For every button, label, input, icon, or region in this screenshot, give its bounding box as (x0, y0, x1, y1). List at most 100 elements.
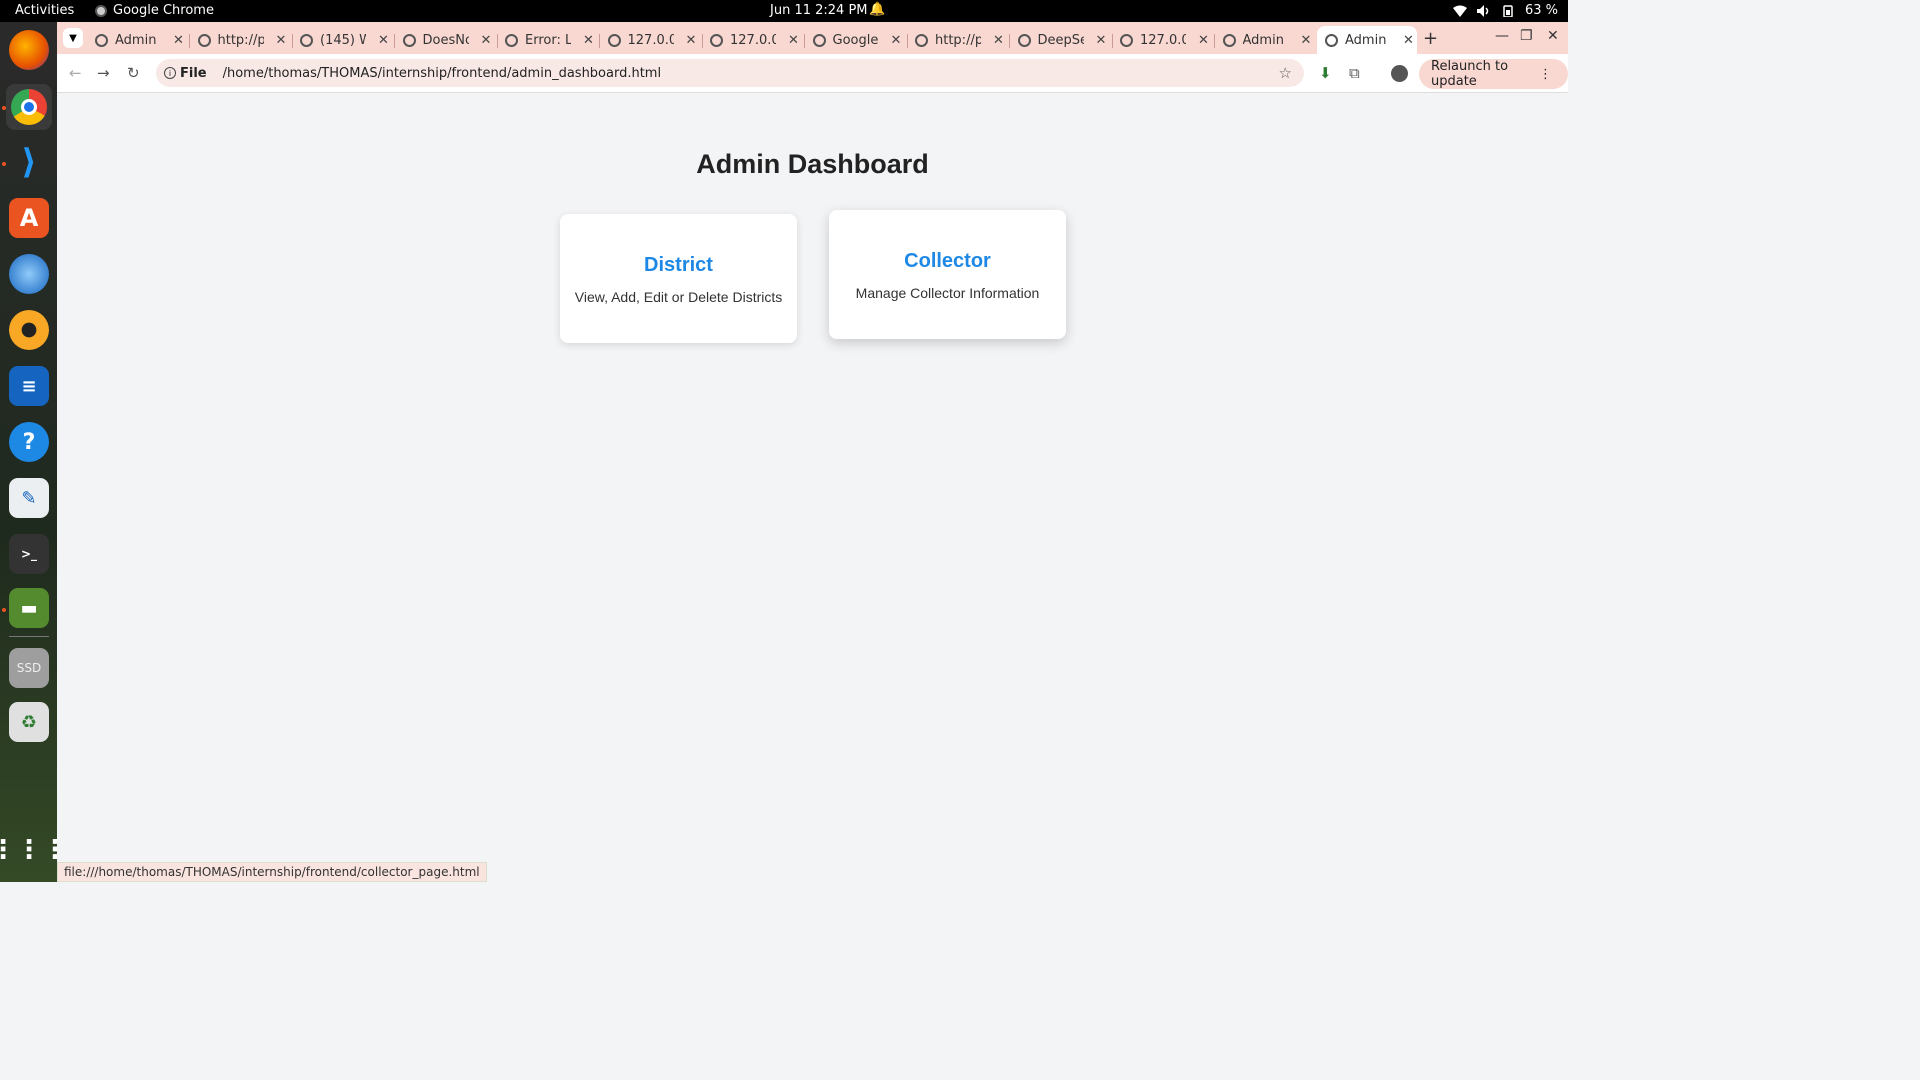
browser-tab[interactable]: 127.0.0. ✕ (1112, 26, 1212, 54)
tab-title: http://p (217, 32, 264, 48)
close-tab-icon[interactable]: ✕ (891, 33, 902, 48)
close-tab-icon[interactable]: ✕ (686, 33, 697, 48)
close-tab-icon[interactable]: ✕ (788, 33, 799, 48)
tab-title: Error: Lo (525, 32, 571, 48)
running-indicator (2, 608, 6, 612)
tab-favicon-icon (300, 33, 313, 47)
system-tray[interactable]: 63 % (1452, 3, 1558, 18)
tab-title: 127.0.0. (627, 32, 674, 48)
profile-avatar[interactable] (1391, 65, 1408, 82)
close-tab-icon[interactable]: ✕ (1198, 33, 1209, 48)
card-title: Collector (904, 250, 991, 272)
close-tab-icon[interactable]: ✕ (583, 33, 594, 48)
link-status-bubble: file:///home/thomas/THOMAS/internship/fr… (57, 862, 487, 882)
download-icon[interactable]: ⬇ (1319, 64, 1332, 82)
thunderbird-icon[interactable] (9, 254, 49, 294)
tab-favicon-icon (710, 33, 723, 47)
chrome-dock-button[interactable] (6, 84, 52, 130)
close-tab-icon[interactable]: ✕ (1403, 33, 1414, 48)
terminal-icon[interactable]: >_ (9, 534, 49, 574)
restore-icon[interactable]: ❐ (1520, 28, 1533, 44)
address-bar[interactable]: i File /home/thomas/THOMAS/internship/fr… (156, 59, 1304, 87)
tab-title: Google (832, 32, 879, 48)
close-window-icon[interactable]: ✕ (1547, 28, 1559, 44)
close-tab-icon[interactable]: ✕ (276, 33, 287, 48)
clock[interactable]: Jun 11 2:24 PM (770, 3, 868, 18)
reload-icon[interactable]: ↻ (127, 64, 140, 82)
browser-tab[interactable]: http://p ✕ (190, 26, 290, 54)
page-content: Admin Dashboard District View, Add, Edit… (57, 93, 1568, 882)
minimize-icon[interactable]: — (1495, 28, 1509, 44)
close-tab-icon[interactable]: ✕ (378, 33, 389, 48)
browser-tab[interactable]: DoesNo ✕ (395, 26, 495, 54)
close-tab-icon[interactable]: ✕ (481, 33, 492, 48)
relaunch-label: Relaunch to update (1431, 59, 1509, 89)
close-tab-icon[interactable]: ✕ (173, 33, 184, 48)
back-icon[interactable]: ← (69, 64, 82, 82)
browser-tab[interactable]: 127.0.0. ✕ (702, 26, 802, 54)
chrome-icon (11, 89, 47, 125)
running-indicator (2, 106, 6, 110)
tab-title: Admin D (1345, 32, 1391, 48)
writer-icon[interactable]: ≡ (9, 366, 49, 406)
browser-tab[interactable]: Admin D ✕ (1215, 26, 1315, 54)
chrome-icon (95, 4, 107, 17)
dock-separator (9, 636, 49, 637)
vscode-icon[interactable]: ⟩ (9, 142, 49, 182)
relaunch-to-update-button[interactable]: Relaunch to update ⋮ (1419, 59, 1568, 89)
files-icon[interactable]: ▬ (9, 588, 49, 628)
browser-tab[interactable]: Admin D ✕ (87, 26, 187, 54)
help-icon[interactable]: ? (9, 422, 49, 462)
url-text[interactable]: /home/thomas/THOMAS/internship/frontend/… (223, 66, 661, 81)
app-grid-icon[interactable]: ⋮⋮⋮ (0, 830, 68, 870)
tab-title: Admin D (1242, 32, 1289, 48)
card-title: District (644, 254, 713, 276)
trash-icon[interactable]: ♻ (9, 702, 49, 742)
bookmark-star-icon[interactable]: ☆ (1279, 64, 1292, 82)
browser-tab[interactable]: Google ✕ (805, 26, 905, 54)
ssd-drive-icon[interactable]: SSD (9, 648, 49, 688)
page-title: Admin Dashboard (696, 149, 929, 179)
browser-tab[interactable]: http://p ✕ (907, 26, 1007, 54)
tab-title: http://p (935, 32, 981, 48)
browser-tab[interactable]: Admin D ✕ (1317, 26, 1417, 54)
url-scheme: File (180, 65, 207, 81)
browser-tab[interactable]: Error: Lo ✕ (497, 26, 597, 54)
browser-tab[interactable]: (145) W ✕ (292, 26, 392, 54)
firefox-icon[interactable] (9, 30, 49, 70)
tab-title: Admin D (115, 32, 161, 48)
chevron-down-icon: ▼ (69, 32, 77, 44)
rhythmbox-icon[interactable] (9, 310, 49, 350)
close-tab-icon[interactable]: ✕ (993, 33, 1004, 48)
collector-card[interactable]: Collector Manage Collector Information (829, 210, 1066, 339)
notification-bell-icon: 🔔 (869, 2, 886, 17)
tab-search-button[interactable]: ▼ (63, 28, 83, 48)
tab-favicon-icon (505, 33, 518, 47)
app-name: Google Chrome (113, 3, 214, 18)
activities-button[interactable]: Activities (15, 3, 74, 18)
close-tab-icon[interactable]: ✕ (1301, 33, 1312, 48)
dock: ⟩ A ≡ ? ✎ >_ ▬ SSD ♻ ⋮⋮⋮ (0, 22, 68, 882)
app-menu[interactable]: Google Chrome (95, 3, 214, 18)
tab-favicon-icon (1222, 33, 1236, 47)
browser-tab[interactable]: DeepSe ✕ (1010, 26, 1110, 54)
more-options-icon: ⋮ (1539, 66, 1552, 82)
text-editor-icon[interactable]: ✎ (9, 478, 49, 518)
tab-favicon-icon (607, 33, 621, 47)
forward-icon[interactable]: → (97, 64, 110, 82)
district-card[interactable]: District View, Add, Edit or Delete Distr… (560, 214, 797, 343)
tab-title: 127.0.0. (730, 32, 776, 48)
system-top-bar: Activities Google Chrome Jun 11 2:24 PM … (0, 0, 1568, 22)
wifi-icon (1452, 5, 1467, 17)
tab-favicon-icon (1120, 33, 1133, 47)
tab-title: DeepSe (1037, 32, 1084, 48)
new-tab-button[interactable]: + (1423, 28, 1438, 49)
tab-title: DoesNo (422, 32, 469, 48)
close-tab-icon[interactable]: ✕ (1096, 33, 1107, 48)
info-icon[interactable]: i (164, 67, 176, 79)
tab-favicon-icon (812, 33, 826, 47)
tab-title: 127.0.0. (1140, 32, 1186, 48)
browser-tab[interactable]: 127.0.0. ✕ (600, 26, 700, 54)
extensions-icon[interactable]: ⧉ (1349, 64, 1360, 82)
app-center-icon[interactable]: A (9, 198, 49, 238)
